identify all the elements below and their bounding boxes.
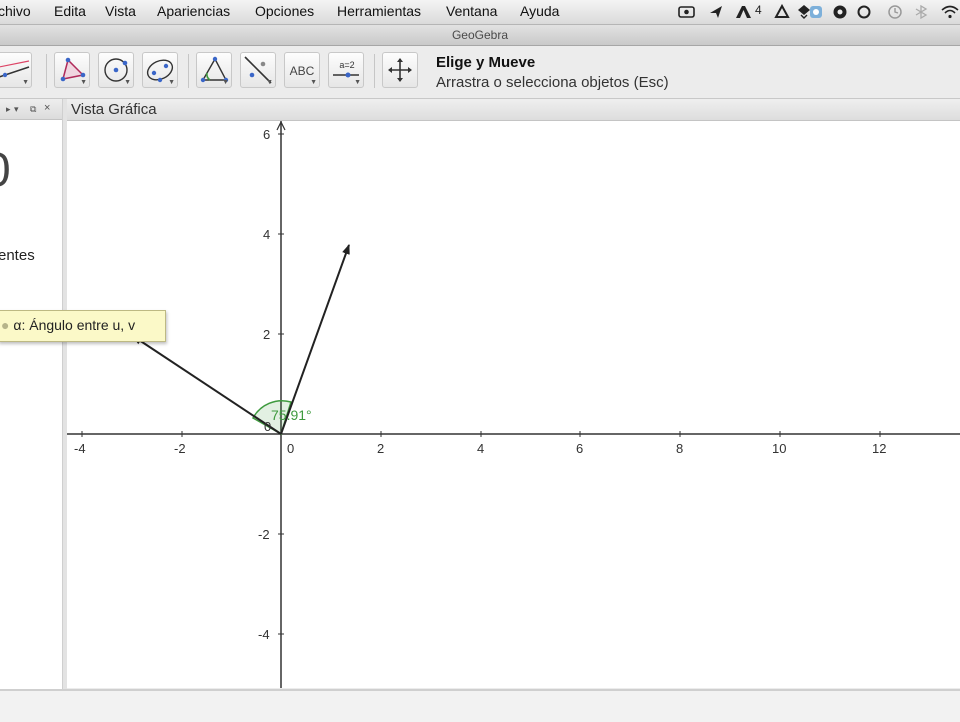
x-tick-label: 12 <box>872 441 887 456</box>
y-tick-label: 4 <box>263 227 271 242</box>
x-tick-label: 4 <box>477 441 485 456</box>
window-title-bar: GeoGebra <box>0 25 960 46</box>
menu-archivo[interactable]: chivo <box>0 3 31 19</box>
move-graphics-tool-icon <box>388 58 412 82</box>
record-icon[interactable] <box>832 4 848 20</box>
menu-bar: chivo Edita Vista Apariencias Opciones H… <box>0 0 960 25</box>
y-tick-label: -4 <box>258 627 270 642</box>
x-tick-label: 8 <box>676 441 684 456</box>
bluetooth-icon[interactable] <box>914 5 930 19</box>
wifi-icon[interactable] <box>940 4 960 20</box>
x-tick-label: 6 <box>576 441 584 456</box>
sync-icon[interactable] <box>856 4 872 20</box>
drive-icon[interactable] <box>774 4 790 20</box>
current-tool-name: Elige y Mueve <box>436 54 536 71</box>
algebra-partial-text: entes <box>0 247 35 264</box>
screen-record-icon[interactable] <box>678 5 696 19</box>
algebra-panel[interactable]: ▸ ▾ ⧉ × 0 entes <box>0 99 63 689</box>
send-icon[interactable] <box>708 4 724 20</box>
circle-tool-button[interactable]: ▼ <box>98 52 134 88</box>
triangle-tool-button[interactable]: ▼ <box>54 52 90 88</box>
tooltip-text: α: Ángulo entre u, v <box>13 317 136 333</box>
window-title: GeoGebra <box>451 28 509 42</box>
current-tool-help: Arrastra o selecciona objetos (Esc) <box>436 74 669 91</box>
svg-text:a=2: a=2 <box>339 60 354 70</box>
menu-opciones[interactable]: Opciones <box>255 3 314 19</box>
slider-tool-button[interactable]: a=2 ▼ <box>328 52 364 88</box>
toolbar-separator <box>46 54 47 88</box>
graphics-canvas[interactable]: -4 -2 0 2 4 6 8 10 12 6 4 2 -2 -4 0 75.9… <box>67 121 960 688</box>
menu-vista[interactable]: Vista <box>105 3 136 19</box>
object-tooltip: ● α: Ángulo entre u, v <box>0 310 166 342</box>
angle-value-label[interactable]: 75.91° <box>271 407 312 423</box>
algebra-panel-header: ▸ ▾ ⧉ × <box>0 99 62 120</box>
x-tick-label: 0 <box>287 441 295 456</box>
tray-badge: 4 <box>755 3 762 17</box>
line-tool-button[interactable]: ▼ <box>0 52 32 88</box>
x-tick-label: -2 <box>174 441 186 456</box>
y-tick-label: 6 <box>263 127 271 142</box>
move-graphics-tool-button[interactable] <box>382 52 418 88</box>
time-machine-icon[interactable] <box>887 4 903 20</box>
menu-herramientas[interactable]: Herramientas <box>337 3 421 19</box>
conic-tool-button[interactable]: ▼ <box>142 52 178 88</box>
x-tick-label: 10 <box>772 441 787 456</box>
drag-handle-icon[interactable]: ▸ <box>6 99 11 119</box>
x-tick-label: 2 <box>377 441 385 456</box>
menu-edita[interactable]: Edita <box>54 3 86 19</box>
x-tick-label: -4 <box>74 441 86 456</box>
menu-ventana[interactable]: Ventana <box>446 3 497 19</box>
reflect-tool-button[interactable]: ▼ <box>240 52 276 88</box>
toolbar-separator <box>374 54 375 88</box>
vector-u[interactable] <box>280 244 350 435</box>
app-tray-icon[interactable] <box>808 4 824 20</box>
toolbar-separator <box>188 54 189 88</box>
graphics-view-title: Vista Gráfica <box>71 101 157 118</box>
angle-tool-button[interactable]: ▼ <box>196 52 232 88</box>
adobe-icon[interactable] <box>735 4 753 20</box>
undock-icon[interactable]: ⧉ <box>30 99 36 119</box>
svg-text:ABC: ABC <box>290 64 315 78</box>
text-tool-button[interactable]: ABC ▼ <box>284 52 320 88</box>
panel-menu-icon[interactable]: ▾ <box>14 99 19 119</box>
graphics-view-header: Vista Gráfica <box>67 99 960 121</box>
y-tick-label: 2 <box>263 327 271 342</box>
menu-ayuda[interactable]: Ayuda <box>520 3 559 19</box>
tooltip-bullet-icon: ● <box>1 317 10 333</box>
coordinate-plane[interactable] <box>67 121 960 688</box>
vector-v[interactable] <box>132 335 282 435</box>
close-icon[interactable]: × <box>44 99 50 118</box>
menu-apariencias[interactable]: Apariencias <box>157 3 230 19</box>
input-bar[interactable] <box>0 689 960 722</box>
algebra-partial-symbol: 0 <box>0 143 11 198</box>
y-tick-label: -2 <box>258 527 270 542</box>
